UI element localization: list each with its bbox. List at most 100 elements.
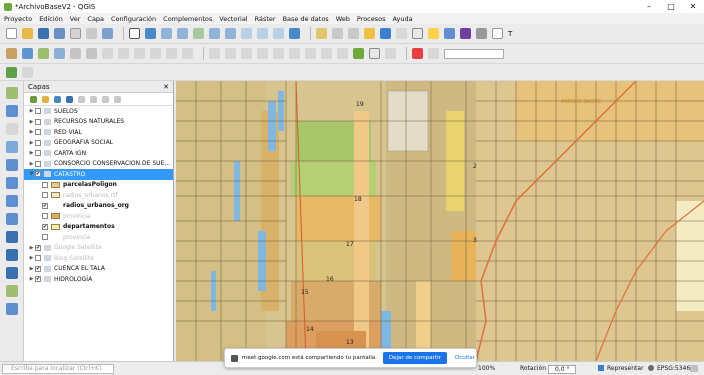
menu-vectorial[interactable]: Vectorial — [219, 15, 247, 23]
new-project-icon[interactable] — [6, 28, 17, 39]
diagram-icon[interactable] — [305, 48, 316, 59]
layer-item[interactable]: ▶ Bing Satellite — [24, 253, 173, 264]
menu-procesos[interactable]: Procesos — [357, 15, 386, 23]
style-manager-icon[interactable] — [102, 28, 113, 39]
zoom-out-icon[interactable] — [177, 28, 188, 39]
globe-icon[interactable] — [648, 365, 654, 371]
layer-visibility-checkbox[interactable] — [35, 150, 41, 157]
layer-visibility-checkbox[interactable] — [42, 234, 48, 241]
layer-visibility-checkbox[interactable] — [42, 213, 48, 220]
expand-arrow-icon[interactable]: ▶ — [28, 129, 35, 135]
close-button[interactable]: ✕ — [682, 0, 704, 13]
menu-ayuda[interactable]: Ayuda — [393, 15, 413, 23]
visibility-icon[interactable] — [54, 95, 61, 103]
layer-visibility-checkbox[interactable]: ✔ — [35, 265, 41, 272]
new-shapefile-icon[interactable] — [6, 285, 18, 297]
filter-legend-icon[interactable] — [78, 95, 85, 103]
add-oracle-icon[interactable] — [6, 213, 18, 225]
layer-item[interactable]: ▶ RED VIAL — [24, 127, 173, 138]
add-raster-layer-icon[interactable] — [6, 105, 18, 117]
layer-item[interactable]: ▶ ✔ HIDROLOGÍA — [24, 274, 173, 285]
menu-complementos[interactable]: Complementos — [163, 15, 212, 23]
rotation-input[interactable]: 0,0 ° — [548, 365, 577, 374]
zoom-native-icon[interactable] — [241, 28, 252, 39]
new-geopackage-icon[interactable] — [6, 303, 18, 315]
print-layout-icon[interactable] — [70, 28, 81, 39]
expand-arrow-icon[interactable]: ▶ — [28, 119, 35, 125]
menu-configuracion[interactable]: Configuración — [111, 15, 156, 23]
menu-edicion[interactable]: Edición — [39, 15, 63, 23]
layer-item[interactable]: radios_urbanos.rtf — [24, 190, 173, 201]
pin-label-icon[interactable] — [225, 48, 236, 59]
pan-hand-icon[interactable] — [129, 28, 140, 39]
menu-ver[interactable]: Ver — [70, 15, 81, 23]
zoom-selection-icon[interactable] — [209, 28, 220, 39]
show-hide-label-icon[interactable] — [289, 48, 300, 59]
refresh-icon[interactable] — [289, 28, 300, 39]
add-delimited-text-icon[interactable] — [6, 141, 18, 153]
deselect-icon[interactable] — [348, 28, 359, 39]
add-wms-icon[interactable] — [6, 231, 18, 243]
map-tips-icon[interactable] — [428, 28, 439, 39]
processing-icon[interactable] — [369, 48, 380, 59]
open-project-icon[interactable] — [22, 28, 33, 39]
copy-features-icon[interactable] — [134, 48, 145, 59]
plugin-icon[interactable] — [385, 48, 396, 59]
snapping-tolerance-input[interactable] — [444, 48, 504, 59]
label-options-icon[interactable] — [321, 48, 332, 59]
layer-visibility-checkbox[interactable] — [42, 181, 48, 188]
crs-label[interactable]: EPSG:5346 — [657, 365, 690, 372]
change-label-icon[interactable] — [273, 48, 284, 59]
expand-arrow-icon[interactable]: ▶ — [28, 276, 35, 282]
vertex-tool-icon[interactable] — [86, 48, 97, 59]
layer-visibility-checkbox[interactable]: ✔ — [35, 171, 41, 178]
toggle-edit-icon[interactable] — [6, 48, 17, 59]
filter-icon[interactable] — [66, 95, 73, 103]
layer-item[interactable]: ✔ departamentos — [24, 222, 173, 233]
layer-visibility-checkbox[interactable] — [35, 139, 41, 146]
add-mssql-icon[interactable] — [6, 195, 18, 207]
collapse-arrow-icon[interactable]: ▼ — [28, 171, 35, 177]
add-wcs-icon[interactable] — [6, 249, 18, 261]
expand-arrow-icon[interactable]: ▶ — [28, 108, 35, 114]
measure-icon[interactable] — [412, 28, 423, 39]
layer-visibility-checkbox[interactable]: ✔ — [42, 202, 48, 209]
menu-raster[interactable]: Ráster — [255, 15, 276, 23]
magnifier-value[interactable]: 100% — [478, 365, 495, 372]
menu-web[interactable]: Web — [336, 15, 350, 23]
redo-icon[interactable] — [182, 48, 193, 59]
qgis-plugin-icon[interactable] — [6, 66, 17, 78]
expand-arrow-icon[interactable]: ▶ — [28, 140, 35, 146]
sum-icon[interactable] — [460, 28, 471, 39]
layer-visibility-checkbox[interactable]: ✔ — [35, 276, 41, 283]
zoom-last-icon[interactable] — [257, 28, 268, 39]
render-checkbox[interactable] — [598, 365, 604, 371]
statistics-icon[interactable] — [396, 28, 407, 39]
layer-item[interactable]: provincia — [24, 232, 173, 243]
paste-features-icon[interactable] — [150, 48, 161, 59]
layer-item[interactable]: provincia — [24, 211, 173, 222]
layer-item[interactable]: ▶ GEOGRAFIA SOCIAL — [24, 138, 173, 149]
layer-item[interactable]: ▶ CARTA IGN — [24, 148, 173, 159]
add-spatialite-icon[interactable] — [6, 159, 18, 171]
annotation-dropdown[interactable]: T — [508, 30, 512, 38]
menu-capa[interactable]: Capa — [87, 15, 104, 23]
snapping-icon[interactable] — [337, 48, 348, 59]
expand-arrow-icon[interactable]: ▶ — [28, 266, 35, 272]
cut-features-icon[interactable] — [118, 48, 129, 59]
delete-selected-icon[interactable] — [102, 48, 113, 59]
text-annotation-icon[interactable] — [492, 28, 503, 39]
attribute-table-icon[interactable] — [364, 28, 375, 39]
select-features-icon[interactable] — [332, 28, 343, 39]
messages-icon[interactable] — [690, 365, 698, 372]
minimize-button[interactable]: – — [638, 0, 660, 13]
python-console-icon[interactable] — [353, 48, 364, 59]
snap-type-icon[interactable] — [428, 48, 439, 59]
layer-visibility-checkbox[interactable]: ✔ — [35, 244, 41, 251]
layer-item[interactable]: ▶ RECURSOS NATURALES — [24, 117, 173, 128]
layer-item[interactable]: ✔ radios_urbanos_org — [24, 201, 173, 212]
settings-icon[interactable] — [444, 28, 455, 39]
layer-item[interactable]: parcelasPoligon — [24, 180, 173, 191]
digitize-save-icon[interactable] — [22, 48, 33, 59]
layer-visibility-checkbox[interactable]: ✔ — [42, 223, 48, 230]
